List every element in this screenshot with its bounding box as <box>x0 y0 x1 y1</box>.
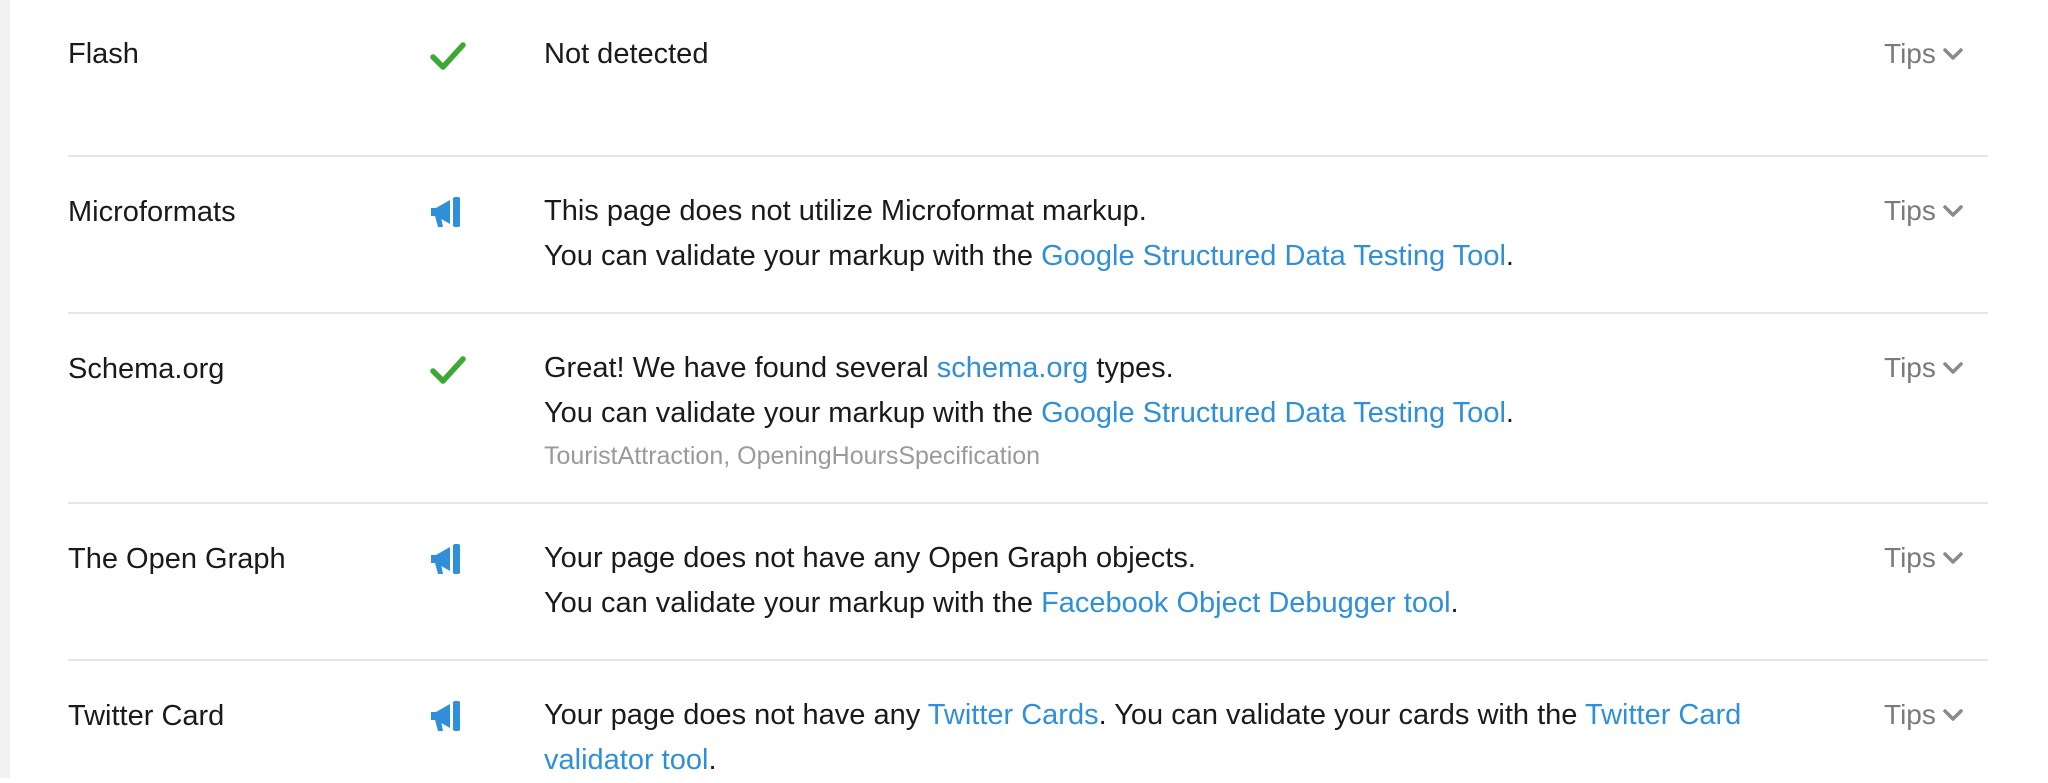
row-twitter-card: Twitter Card Your page does not have any… <box>68 661 1988 778</box>
tips-label: Tips <box>1884 699 1936 730</box>
types-text: types. <box>1088 352 1174 384</box>
megaphone-icon <box>428 540 468 580</box>
validate-text: You can validate your markup with the <box>544 587 1042 619</box>
row-microformats: Microformats This page does not utilize … <box>68 157 1988 314</box>
row-content: Not detected <box>544 32 1824 77</box>
period: . <box>1505 397 1514 429</box>
row-label: Flash <box>68 38 139 70</box>
validate-text: You can validate your markup with the <box>544 397 1042 429</box>
row-label: Twitter Card <box>68 700 225 732</box>
megaphone-icon <box>428 193 468 233</box>
facebook-debugger-link[interactable]: Facebook Object Debugger tool <box>1041 587 1450 619</box>
row-label: The Open Graph <box>68 543 286 575</box>
period: . <box>708 744 717 776</box>
google-structured-data-link[interactable]: Google Structured Data Testing Tool <box>1041 397 1506 429</box>
left-edge <box>0 0 10 778</box>
row-label: Schema.org <box>68 353 225 385</box>
tips-label: Tips <box>1884 352 1936 383</box>
schema-types-list: TouristAttraction, OpeningHoursSpecifica… <box>544 442 1041 470</box>
period: . <box>1505 240 1514 272</box>
row-content: Your page does not have any Open Graph o… <box>544 536 1824 626</box>
check-icon <box>428 350 468 390</box>
tips-label: Tips <box>1884 38 1936 69</box>
megaphone-icon <box>428 697 468 737</box>
tips-label: Tips <box>1884 195 1936 226</box>
row-schema-org: Schema.org Great! We have found several … <box>68 314 1988 504</box>
row-label: Microformats <box>68 196 236 228</box>
tips-toggle[interactable]: Tips <box>1884 699 1964 731</box>
chevron-down-icon <box>1943 552 1963 564</box>
chevron-down-icon <box>1943 48 1963 60</box>
row-flash: Flash Not detected Tips <box>68 0 1988 157</box>
status-text: Your page does not have any Open Graph o… <box>544 542 1196 574</box>
check-icon <box>428 36 468 76</box>
row-content: Your page does not have any Twitter Card… <box>544 693 1814 783</box>
status-text: Not detected <box>544 38 709 70</box>
validate-line: You can validate your markup with the Go… <box>544 391 1824 436</box>
chevron-down-icon <box>1943 709 1963 721</box>
row-content: Great! We have found several schema.org … <box>544 346 1824 476</box>
status-text: Your page does not have any <box>544 699 928 731</box>
tips-toggle[interactable]: Tips <box>1884 195 1964 227</box>
schema-org-link[interactable]: schema.org <box>937 352 1089 384</box>
row-content: This page does not utilize Microformat m… <box>544 189 1824 279</box>
status-text: This page does not utilize Microformat m… <box>544 195 1147 227</box>
validate-line: You can validate your markup with the Go… <box>544 234 1824 279</box>
status-text: Great! We have found several schema.org … <box>544 346 1824 391</box>
period: . <box>1450 587 1459 619</box>
row-open-graph: The Open Graph Your page does not have a… <box>68 504 1988 661</box>
validate-line: You can validate your markup with the Fa… <box>544 581 1824 626</box>
chevron-down-icon <box>1943 362 1963 374</box>
tips-label: Tips <box>1884 542 1936 573</box>
validate-text: You can validate your markup with the <box>544 240 1042 272</box>
twitter-cards-link[interactable]: Twitter Cards <box>928 699 1099 731</box>
validate-text: . You can validate your cards with the <box>1098 699 1585 731</box>
chevron-down-icon <box>1943 205 1963 217</box>
tips-toggle[interactable]: Tips <box>1884 542 1964 574</box>
tips-toggle[interactable]: Tips <box>1884 352 1964 384</box>
google-structured-data-link[interactable]: Google Structured Data Testing Tool <box>1041 240 1506 272</box>
tips-toggle[interactable]: Tips <box>1884 38 1964 70</box>
found-text: Great! We have found several <box>544 352 937 384</box>
